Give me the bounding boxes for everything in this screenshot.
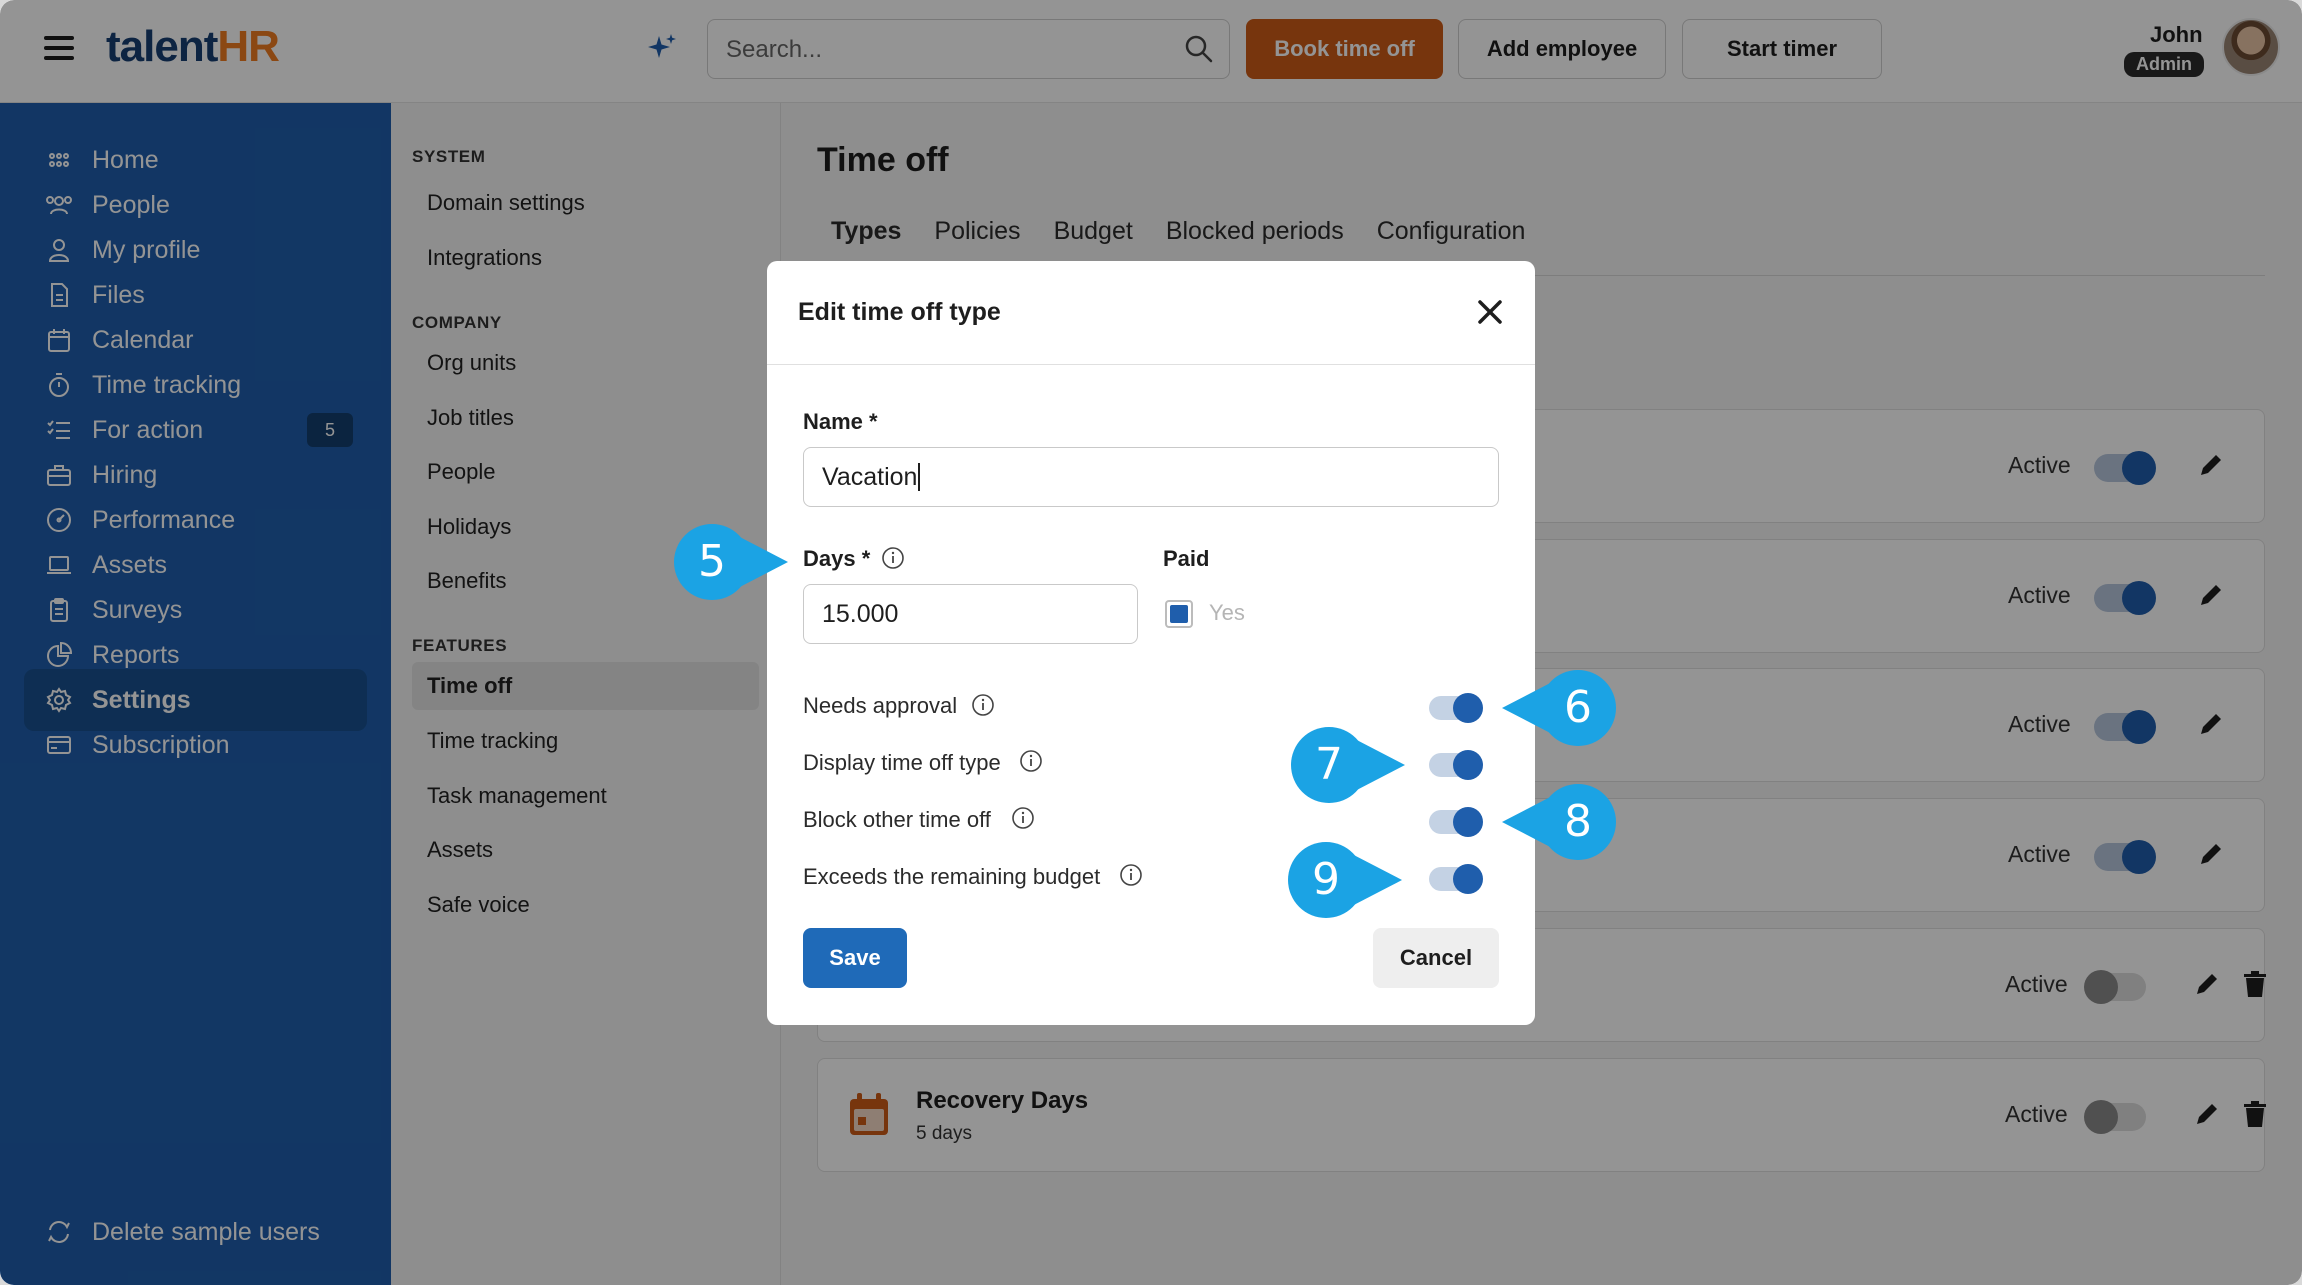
dialog-header: Edit time off type xyxy=(767,261,1535,365)
save-button[interactable]: Save xyxy=(803,928,907,988)
paid-option-label: Yes xyxy=(1209,600,1245,625)
callout-8: 8 xyxy=(1502,784,1616,860)
cancel-button[interactable]: Cancel xyxy=(1373,928,1499,988)
callout-number: 8 xyxy=(1564,796,1592,847)
paid-checkbox[interactable] xyxy=(1165,600,1193,628)
edit-time-off-type-dialog: Edit time off type Name * Vacation Days … xyxy=(767,261,1535,1025)
needs-approval-toggle[interactable] xyxy=(1429,693,1483,723)
callout-number: 5 xyxy=(698,536,726,587)
app-window: talentHR Search... Book time off Add emp… xyxy=(0,0,2302,1285)
name-value: Vacation xyxy=(822,462,918,491)
block-other-time-off-label: Block other time off xyxy=(803,807,991,832)
close-icon[interactable] xyxy=(1475,297,1505,327)
display-time-off-type-toggle[interactable] xyxy=(1429,750,1483,780)
callout-number: 7 xyxy=(1315,739,1343,790)
callout-number: 9 xyxy=(1312,854,1340,905)
exceeds-remaining-budget-label: Exceeds the remaining budget xyxy=(803,864,1101,889)
callout-6: 6 xyxy=(1502,670,1616,746)
days-value: 15.000 xyxy=(822,599,899,628)
callout-7: 7 xyxy=(1291,727,1405,803)
block-other-time-off-toggle[interactable] xyxy=(1429,807,1483,837)
info-icon[interactable] xyxy=(1119,863,1143,887)
callout-9: 9 xyxy=(1288,842,1402,918)
needs-approval-label: Needs approval xyxy=(803,693,958,718)
days-field[interactable]: 15.000 xyxy=(803,584,1138,644)
info-icon[interactable] xyxy=(971,693,995,717)
info-icon[interactable] xyxy=(1019,749,1043,773)
exceeds-remaining-budget-toggle[interactable] xyxy=(1429,864,1483,894)
info-icon[interactable] xyxy=(1011,806,1035,830)
name-label: Name * xyxy=(803,409,878,434)
callout-number: 6 xyxy=(1564,682,1592,733)
days-label: Days * xyxy=(803,546,871,571)
name-field[interactable]: Vacation xyxy=(803,447,1499,507)
display-time-off-type-label: Display time off type xyxy=(803,750,1001,775)
info-icon[interactable] xyxy=(881,546,905,570)
dialog-title: Edit time off type xyxy=(798,298,1001,326)
callout-5: 5 xyxy=(674,524,788,600)
paid-label: Paid xyxy=(1163,546,1210,571)
